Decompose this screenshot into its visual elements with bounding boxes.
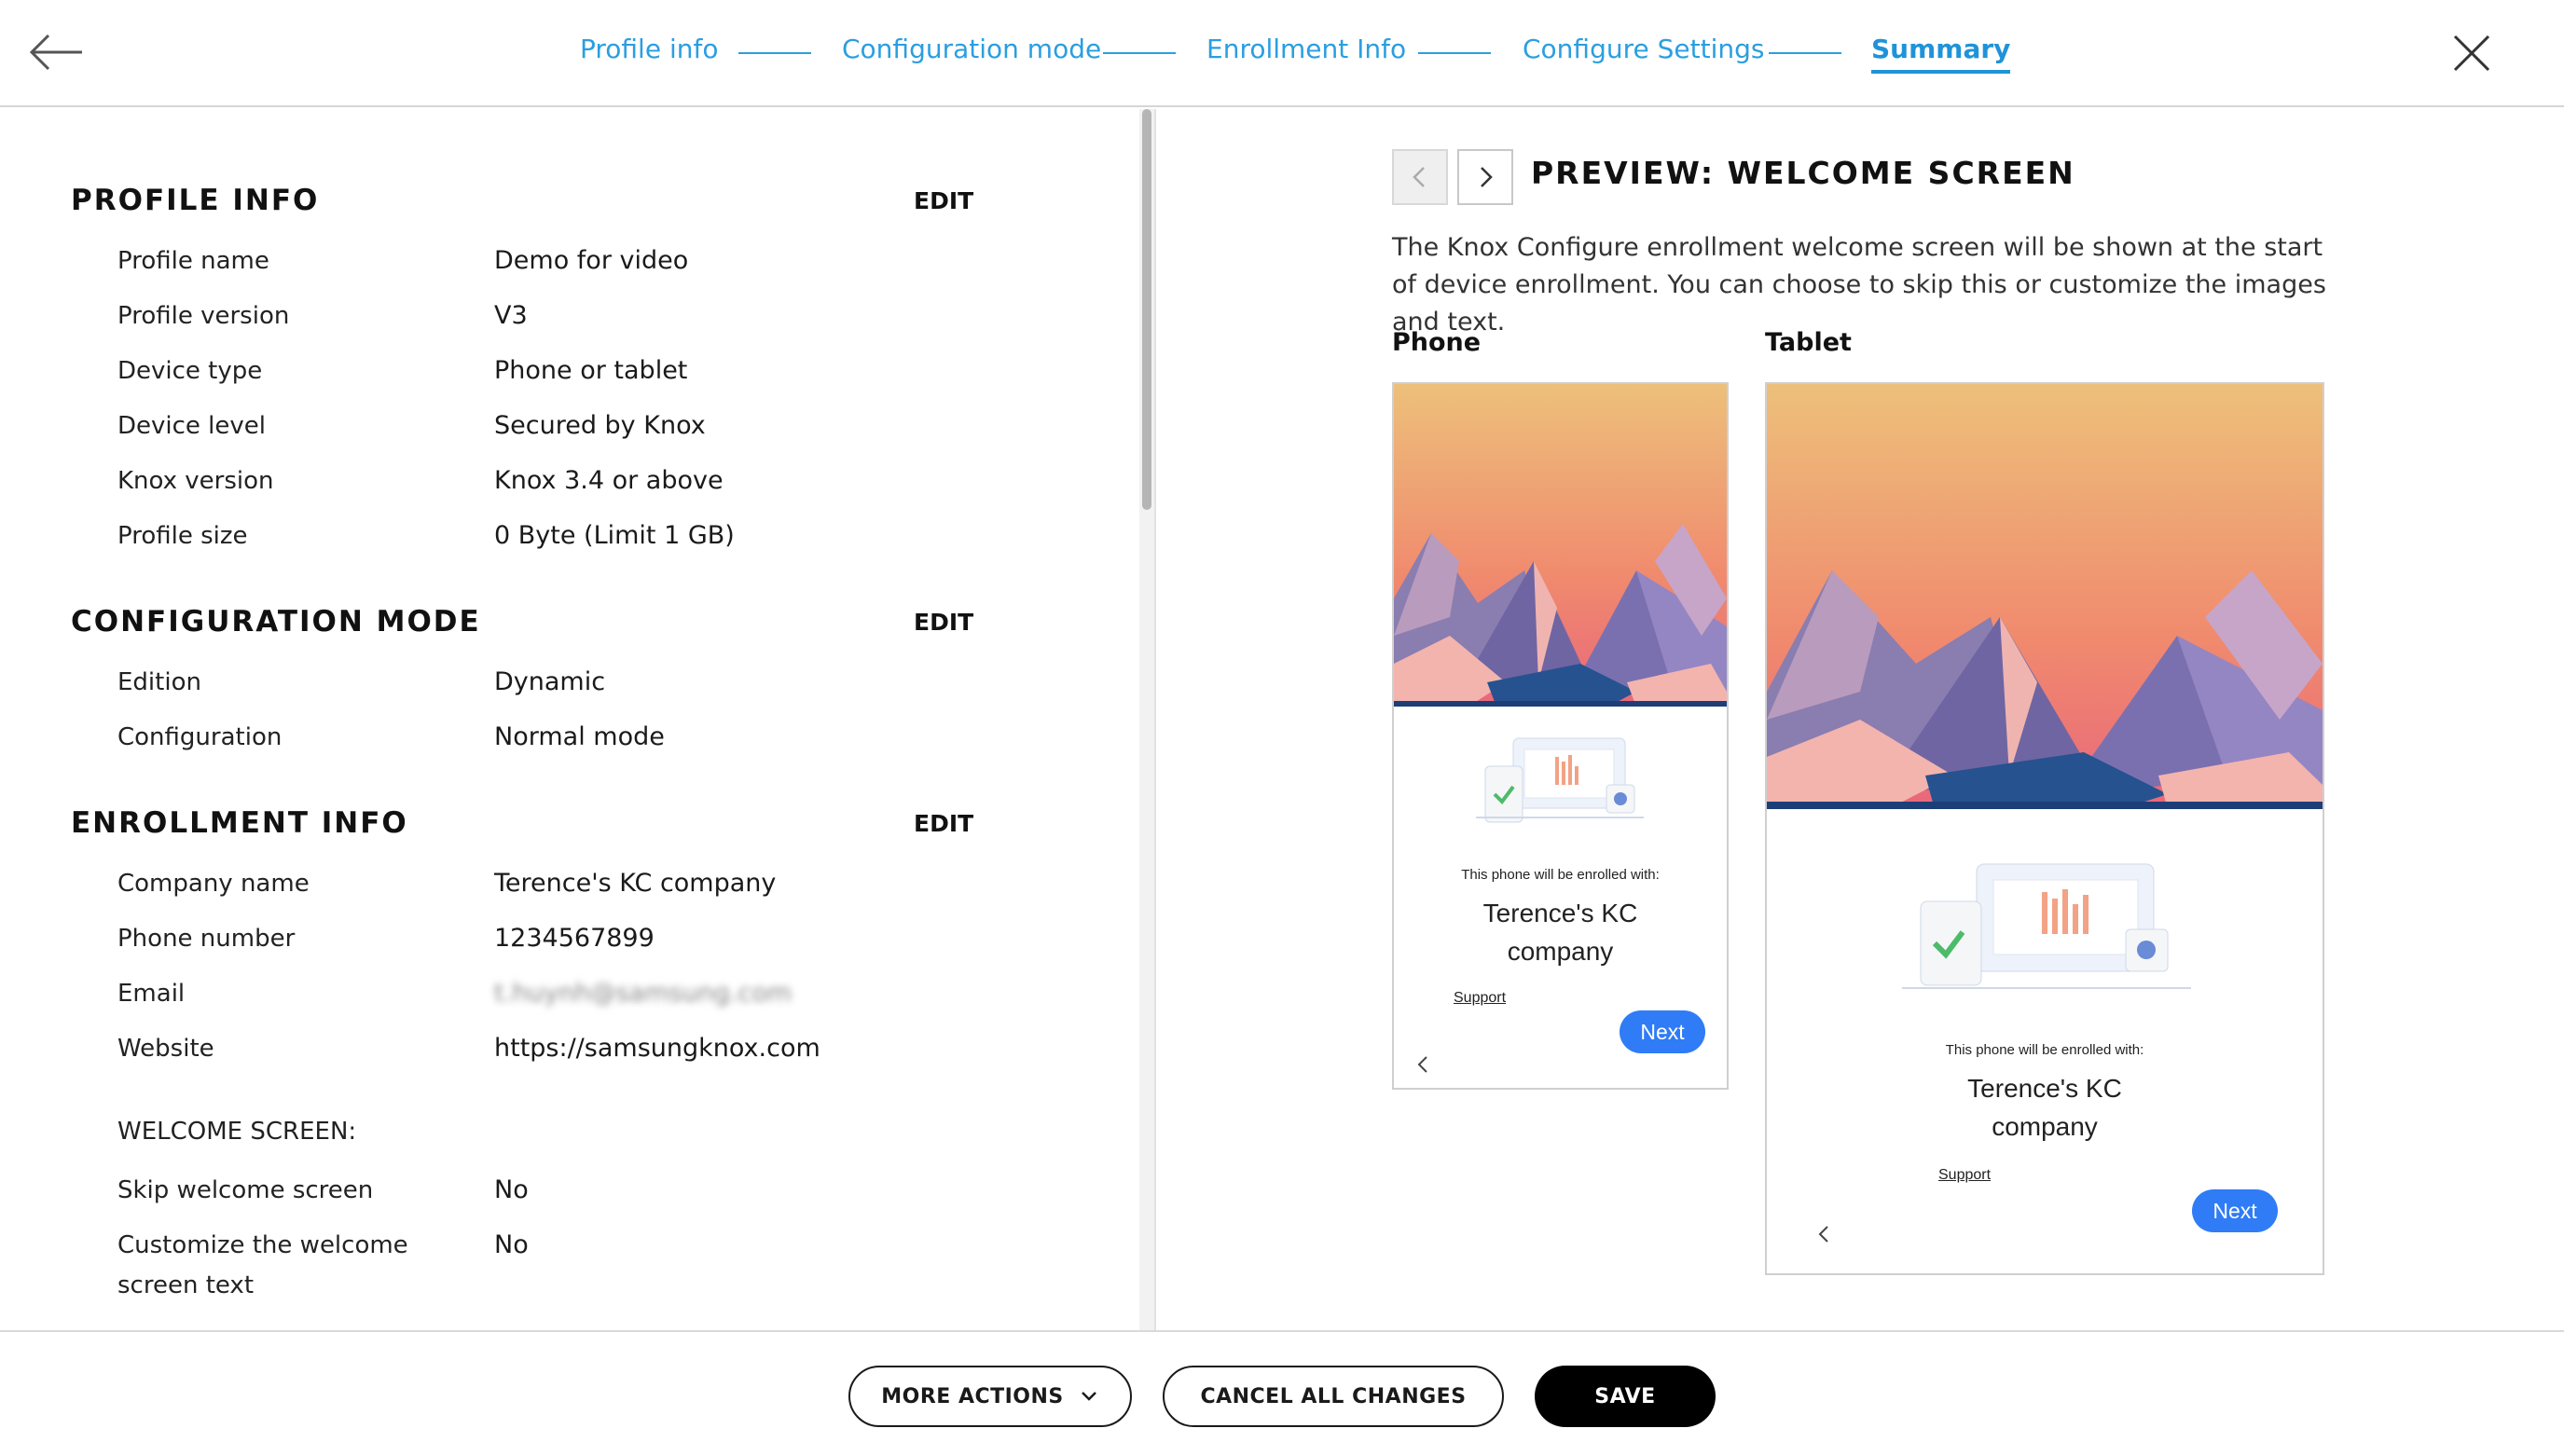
tablet-company-name: Terence's KC company xyxy=(1767,1070,2323,1146)
summary-panel: PROFILE INFO EDIT Profile name Demo for … xyxy=(0,109,1139,1330)
row-label: Customize the welcome xyxy=(117,1231,408,1259)
tablet-back-chevron-icon[interactable] xyxy=(1815,1223,1834,1245)
row-label: Skip welcome screen xyxy=(117,1176,374,1204)
step-connector xyxy=(1769,52,1841,54)
close-icon[interactable] xyxy=(2450,32,2493,75)
scroll-thumb[interactable] xyxy=(1142,109,1151,510)
row-label: Profile version xyxy=(117,302,290,330)
profile-info-heading: PROFILE INFO xyxy=(71,184,320,217)
phone-preview: This phone will be enrolled with: Terenc… xyxy=(1392,382,1729,1090)
tablet-enrolled-text: This phone will be enrolled with: xyxy=(1945,1042,2144,1058)
enrollment-info-heading: ENROLLMENT INFO xyxy=(71,806,408,840)
phone-label: Phone xyxy=(1392,328,1482,357)
step-connector xyxy=(1103,52,1176,54)
company-line: Terence's KC xyxy=(1482,899,1638,927)
phone-enrolled-text: This phone will be enrolled with: xyxy=(1461,867,1660,883)
row-value: No xyxy=(494,1175,529,1204)
wizard-header: Profile info Configuration mode Enrollme… xyxy=(0,0,2564,107)
row-value: Demo for video xyxy=(494,246,689,275)
tablet-preview: This phone will be enrolled with: Terenc… xyxy=(1765,382,2324,1275)
company-line: company xyxy=(1507,936,1614,966)
row-label: Company name xyxy=(117,870,310,898)
row-label: Profile name xyxy=(117,247,269,275)
more-actions-button[interactable]: MORE ACTIONS xyxy=(848,1366,1132,1427)
preview-next-button[interactable] xyxy=(1457,149,1513,205)
row-label: Edition xyxy=(117,668,201,696)
preview-title: PREVIEW: WELCOME SCREEN xyxy=(1531,155,2075,191)
mountain-banner-image xyxy=(1394,384,1727,707)
company-line: company xyxy=(1992,1111,2098,1141)
edit-profile-info-button[interactable]: EDIT xyxy=(914,187,973,214)
row-value: V3 xyxy=(494,301,528,330)
step-connector xyxy=(738,52,811,54)
tablet-label: Tablet xyxy=(1765,328,1852,357)
tablet-next-button[interactable]: Next xyxy=(2192,1189,2278,1232)
row-label: Website xyxy=(117,1035,214,1063)
wizard-steps: Profile info Configuration mode Enrollme… xyxy=(0,0,2564,107)
row-value: Secured by Knox xyxy=(494,411,706,440)
chevron-left-icon xyxy=(1413,167,1425,187)
row-value: 0 Byte (Limit 1 GB) xyxy=(494,521,735,550)
mountain-banner-image xyxy=(1767,384,2323,809)
row-value: 1234567899 xyxy=(494,924,655,953)
row-value: Terence's KC company xyxy=(494,869,777,898)
row-label-cont: screen text xyxy=(117,1271,255,1299)
phone-company-name: Terence's KC company xyxy=(1394,895,1727,970)
step-configuration-mode[interactable]: Configuration mode xyxy=(842,34,1101,64)
row-value: https://samsungknox.com xyxy=(494,1034,820,1063)
panel-divider xyxy=(1154,109,1156,1330)
chevron-down-icon xyxy=(1081,1392,1096,1401)
row-label: Configuration xyxy=(117,723,283,751)
row-label: Device type xyxy=(117,357,263,385)
row-value: No xyxy=(494,1230,529,1259)
step-enrollment-info[interactable]: Enrollment Info xyxy=(1206,34,1406,64)
configuration-mode-heading: CONFIGURATION MODE xyxy=(71,605,481,639)
phone-support-link[interactable]: Support xyxy=(1454,990,1506,1007)
row-value: Knox 3.4 or above xyxy=(494,466,724,495)
cancel-all-changes-button[interactable]: CANCEL ALL CHANGES xyxy=(1163,1366,1504,1427)
step-connector xyxy=(1418,52,1491,54)
action-footer: MORE ACTIONS CANCEL ALL CHANGES SAVE xyxy=(0,1330,2564,1456)
more-actions-label: MORE ACTIONS xyxy=(881,1384,1064,1408)
row-label: Phone number xyxy=(117,925,296,953)
devices-illustration xyxy=(1476,737,1644,823)
tablet-support-link[interactable]: Support xyxy=(1938,1167,1991,1184)
save-button[interactable]: SAVE xyxy=(1535,1366,1716,1427)
step-summary[interactable]: Summary xyxy=(1871,34,2011,74)
email-value-blurred: t.huynh@samsung.com xyxy=(494,979,793,1008)
step-configure-settings[interactable]: Configure Settings xyxy=(1523,34,1764,64)
phone-next-button[interactable]: Next xyxy=(1620,1010,1705,1053)
welcome-screen-subheading: WELCOME SCREEN: xyxy=(117,1118,357,1146)
devices-illustration xyxy=(1902,863,2191,989)
row-value: Normal mode xyxy=(494,722,665,751)
edit-enrollment-info-button[interactable]: EDIT xyxy=(914,810,973,837)
company-line: Terence's KC xyxy=(1967,1074,2122,1103)
summary-scrollbar[interactable] xyxy=(1139,109,1154,1330)
row-label: Email xyxy=(117,980,186,1008)
preview-prev-button[interactable] xyxy=(1392,149,1448,205)
row-label: Knox version xyxy=(117,467,274,495)
row-label: Device level xyxy=(117,412,267,440)
row-value: Phone or tablet xyxy=(494,356,688,385)
row-value: Dynamic xyxy=(494,667,606,696)
preview-description: The Knox Configure enrollment welcome sc… xyxy=(1392,233,2326,337)
step-profile-info[interactable]: Profile info xyxy=(580,34,718,64)
row-label: Profile size xyxy=(117,522,248,550)
chevron-right-icon xyxy=(1481,167,1493,187)
edit-configuration-mode-button[interactable]: EDIT xyxy=(914,609,973,636)
phone-back-chevron-icon[interactable] xyxy=(1414,1053,1433,1076)
